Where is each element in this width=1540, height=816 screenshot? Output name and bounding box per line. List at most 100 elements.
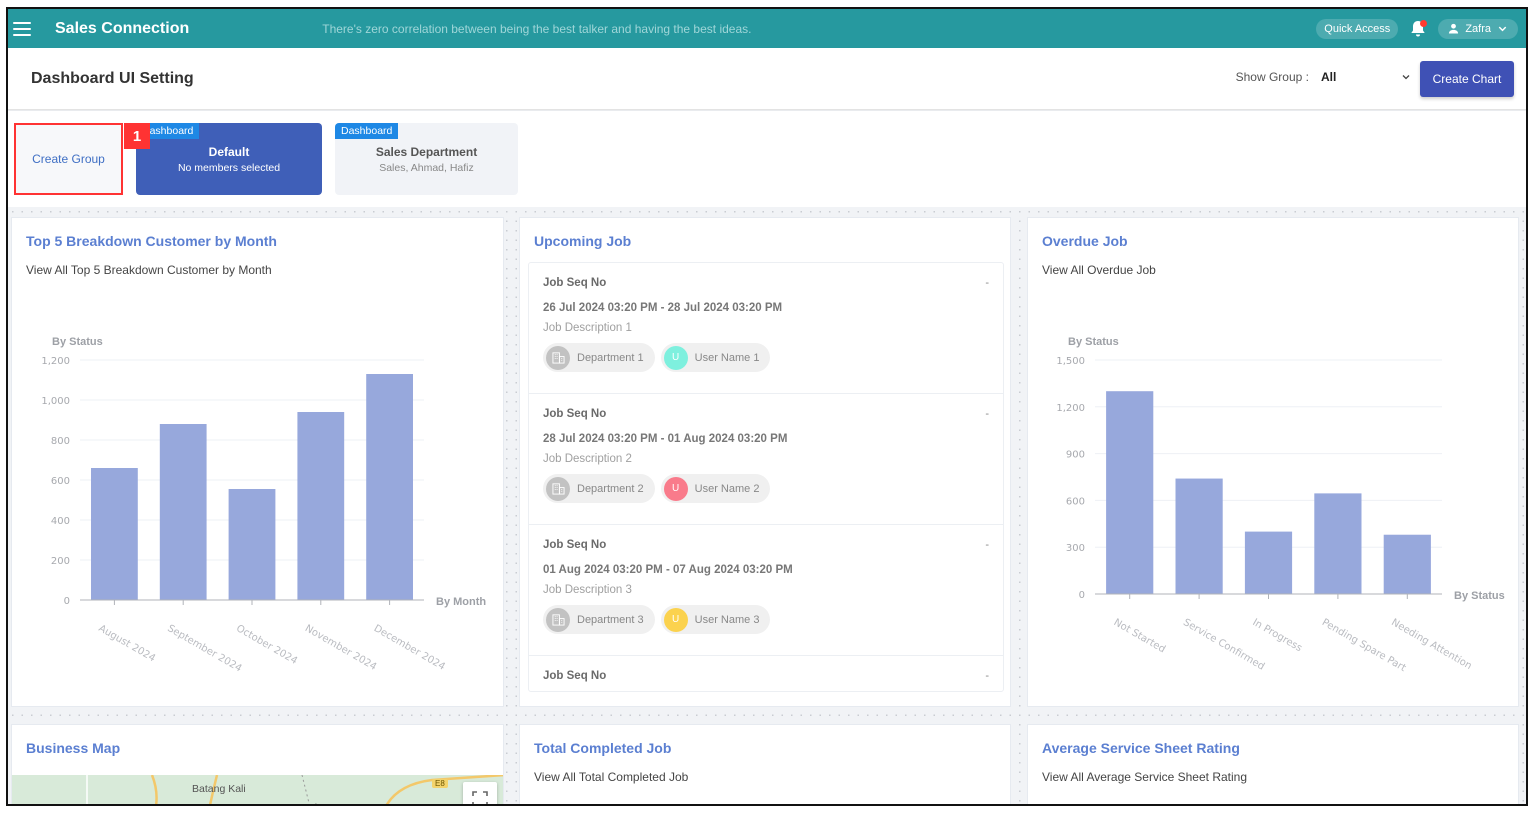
group-strip: Create Group 1 Dashboard Default No memb…: [8, 111, 1526, 207]
job-item[interactable]: Job Seq No - 01 Aug 2024 03:20 PM - 07 A…: [529, 525, 1003, 656]
job-seq-label: Job Seq No: [543, 277, 607, 289]
y-tick-label: 800: [51, 436, 70, 447]
widget-title: Upcoming Job: [534, 233, 632, 249]
y-tick-label: 200: [51, 556, 70, 567]
x-tick-label: October 2024: [234, 623, 299, 667]
fullscreen-icon[interactable]: [463, 782, 497, 804]
job-seq-value: -: [985, 408, 989, 420]
step-marker: 1: [124, 123, 150, 149]
x-tick-label: In Progress: [1250, 617, 1303, 654]
app-window: Sales Connection There's zero correlatio…: [6, 7, 1528, 806]
group-card-sales-department[interactable]: Dashboard Sales Department Sales, Ahmad,…: [335, 123, 518, 195]
top-navigation-bar: Sales Connection There's zero correlatio…: [8, 9, 1526, 48]
department-chip[interactable]: Department 2: [543, 474, 655, 503]
user-name: Zafra: [1465, 22, 1491, 35]
chevron-down-icon[interactable]: [1401, 72, 1411, 82]
widget-title: Average Service Sheet Rating: [1042, 740, 1240, 756]
dashboard-grid: Top 5 Breakdown Customer by Month View A…: [8, 207, 1526, 804]
user-name: User Name 1: [694, 351, 760, 364]
widget-upcoming-job[interactable]: Upcoming Job Job Seq No - 26 Jul 2024 03…: [519, 217, 1011, 707]
group-card-default[interactable]: Dashboard Default No members selected: [136, 123, 322, 195]
y-axis-title: By Status: [52, 336, 103, 348]
user-avatar: U: [663, 345, 688, 370]
map-view[interactable]: Batang Kali Genting E8: [12, 775, 503, 804]
group-name: Sales Department: [375, 145, 478, 159]
job-seq-value: -: [985, 539, 989, 551]
user-name: User Name 3: [694, 613, 760, 626]
group-members: No members selected: [177, 162, 281, 174]
y-tick-label: 400: [51, 516, 70, 527]
bar: [91, 468, 138, 600]
view-all-link[interactable]: View All Average Service Sheet Rating: [1042, 770, 1247, 784]
overdue-bar-chart: By Status 0 300 600 900 1,200 1,500 Not Started…: [1056, 336, 1505, 674]
job-seq-value: -: [985, 670, 989, 682]
job-seq-value: -: [985, 277, 989, 289]
building-icon: [546, 607, 570, 632]
job-description: Job Description 3: [543, 584, 632, 596]
user-chip[interactable]: U User Name 3: [660, 605, 771, 634]
user-avatar: U: [663, 476, 688, 501]
job-dates: 26 Jul 2024 03:20 PM - 28 Jul 2024 03:20…: [543, 302, 783, 314]
user-icon: [1449, 23, 1459, 34]
job-list[interactable]: Job Seq No - 26 Jul 2024 03:20 PM - 28 J…: [528, 262, 1004, 692]
job-dates: 28 Jul 2024 03:20 PM - 01 Aug 2024 03:20…: [543, 433, 788, 445]
building-icon: [546, 345, 570, 370]
create-group-button[interactable]: Create Group: [14, 123, 123, 195]
job-item[interactable]: Job Seq No - 26 Jul 2024 03:20 PM - 28 J…: [529, 263, 1003, 394]
job-seq-label: Job Seq No: [543, 539, 607, 551]
chevron-down-icon: [1498, 26, 1507, 32]
x-axis-title: By Month: [436, 596, 486, 608]
job-description: Job Description 1: [543, 322, 632, 334]
group-members: Sales, Ahmad, Hafiz: [379, 162, 474, 174]
y-tick-label: 0: [1079, 590, 1085, 601]
create-chart-button[interactable]: Create Chart: [1420, 61, 1514, 97]
x-tick-label: November 2024: [303, 623, 378, 673]
widget-title: Total Completed Job: [534, 740, 672, 756]
user-menu[interactable]: Zafra: [1438, 18, 1518, 39]
bar: [1175, 478, 1223, 594]
notification-dot: [1420, 19, 1428, 27]
map-road-badge: E8: [432, 779, 448, 788]
widget-total-completed-job[interactable]: Total Completed Job View All Total Compl…: [519, 724, 1011, 804]
bar: [159, 424, 207, 600]
show-group-filter[interactable]: Show Group : All: [1236, 70, 1411, 84]
widget-average-service-sheet-rating[interactable]: Average Service Sheet Rating View All Av…: [1027, 724, 1519, 804]
y-tick-label: 1,200: [41, 356, 70, 367]
job-seq-label: Job Seq No: [543, 408, 607, 420]
quick-access-button[interactable]: Quick Access: [1316, 18, 1399, 39]
bar: [297, 412, 345, 600]
bar: [1314, 493, 1362, 594]
y-tick-label: 1,500: [1056, 356, 1085, 367]
department-name: Department 2: [577, 482, 644, 495]
bar: [366, 374, 413, 600]
map-place-label: Genting: [292, 802, 329, 804]
x-tick-label: August 2024: [97, 623, 158, 664]
department-chip[interactable]: Department 3: [543, 605, 655, 634]
user-name: User Name 2: [694, 482, 760, 495]
job-item[interactable]: Job Seq No - 28 Jul 2024 03:20 PM - 01 A…: [529, 394, 1003, 525]
bar: [1106, 391, 1154, 594]
x-axis-title: By Status: [1454, 590, 1505, 602]
page-header: Dashboard UI Setting Show Group : All Cr…: [8, 48, 1526, 110]
bar: [1244, 531, 1293, 594]
x-tick-label: December 2024: [372, 623, 447, 673]
app-title: Sales Connection: [55, 19, 190, 37]
show-group-select[interactable]: All: [1321, 70, 1401, 84]
department-chip[interactable]: Department 1: [543, 343, 655, 372]
user-chip[interactable]: U User Name 2: [660, 474, 771, 503]
y-tick-label: 900: [1066, 450, 1085, 461]
user-chip[interactable]: U User Name 1: [660, 343, 771, 372]
y-tick-label: 0: [64, 596, 70, 607]
widget-top5-breakdown[interactable]: Top 5 Breakdown Customer by Month View A…: [11, 217, 504, 707]
hamburger-menu-icon[interactable]: [13, 21, 31, 36]
top5-bar-chart: By Status 0 200 400 600 800 1,000 1,200 August 2…: [41, 336, 486, 675]
widget-business-map[interactable]: Business Map Batang Kali Genting E8: [11, 724, 504, 804]
widget-overdue-job[interactable]: Overdue Job View All Overdue Job By Stat…: [1027, 217, 1519, 707]
map-place-label: Batang Kali: [192, 783, 246, 795]
notification-bell-icon[interactable]: [1410, 19, 1428, 38]
group-tag: Dashboard: [335, 123, 399, 139]
job-dates: 01 Aug 2024 03:20 PM - 07 Aug 2024 03:20…: [543, 564, 793, 576]
view-all-link[interactable]: View All Total Completed Job: [534, 770, 688, 784]
job-item[interactable]: Job Seq No -: [529, 656, 1003, 691]
group-name: Default: [208, 145, 250, 159]
